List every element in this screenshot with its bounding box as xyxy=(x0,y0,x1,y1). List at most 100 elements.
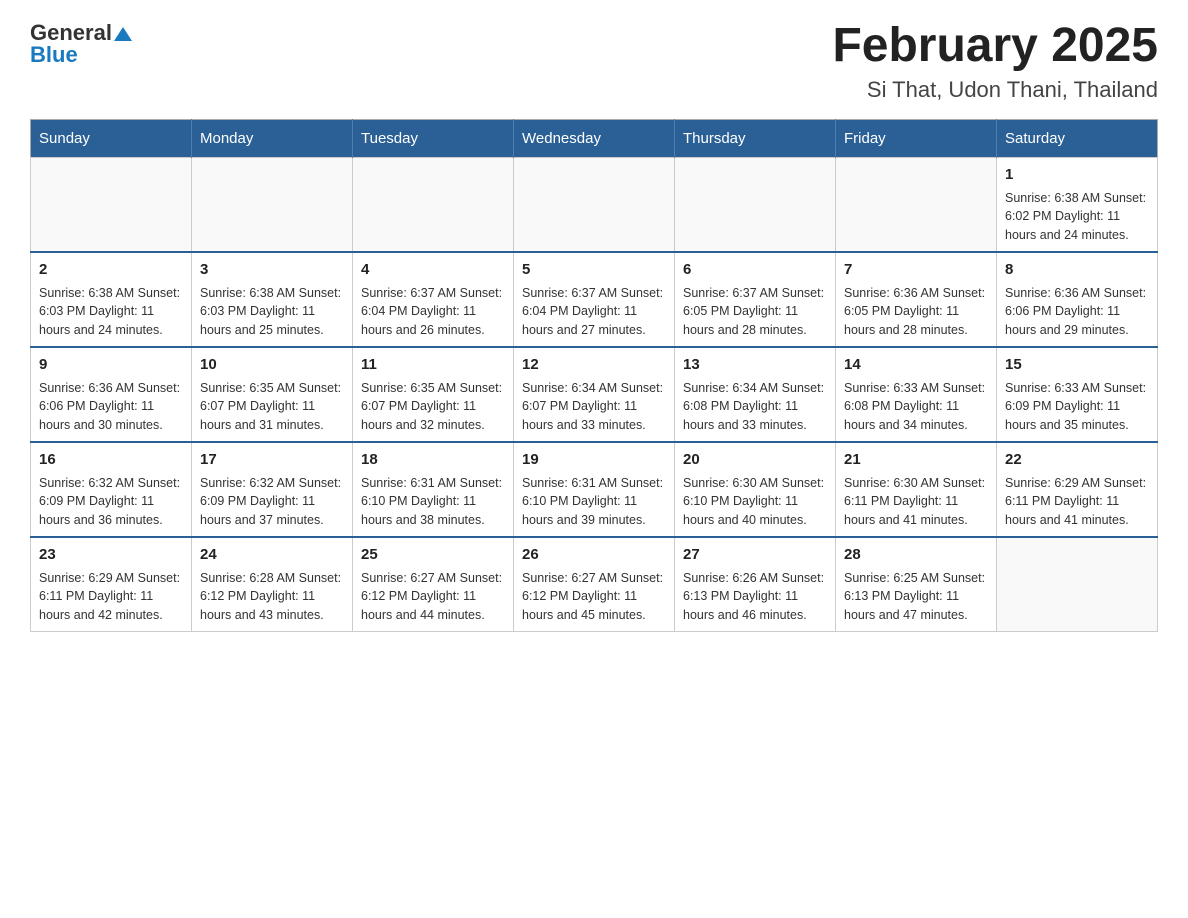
calendar-header-row: SundayMondayTuesdayWednesdayThursdayFrid… xyxy=(31,119,1158,157)
calendar-day-cell: 7 Sunrise: 6:36 AM Sunset: 6:05 PM Daylig… xyxy=(836,252,997,347)
logo-blue: Blue xyxy=(30,42,78,68)
day-number: 12 xyxy=(522,354,666,376)
day-number: 11 xyxy=(361,354,505,376)
calendar-day-cell: 8 Sunrise: 6:36 AM Sunset: 6:06 PM Daylig… xyxy=(997,252,1158,347)
title-block: February 2025 Si That, Udon Thani, Thail… xyxy=(832,20,1158,103)
day-number: 21 xyxy=(844,449,988,471)
calendar-day-cell: 13 Sunrise: 6:34 AM Sunset: 6:08 PM Dayli… xyxy=(675,347,836,442)
day-number: 16 xyxy=(39,449,183,471)
calendar-day-cell: 21 Sunrise: 6:30 AM Sunset: 6:11 PM Dayli… xyxy=(836,442,997,537)
day-number: 6 xyxy=(683,259,827,281)
day-info: Sunrise: 6:29 AM Sunset: 6:11 PM Dayligh… xyxy=(39,569,183,625)
calendar-day-cell: 23 Sunrise: 6:29 AM Sunset: 6:11 PM Dayli… xyxy=(31,537,192,632)
day-info: Sunrise: 6:36 AM Sunset: 6:05 PM Dayligh… xyxy=(844,284,988,340)
logo-text-block: General Blue xyxy=(30,20,132,68)
day-number: 18 xyxy=(361,449,505,471)
calendar-day-cell xyxy=(192,157,353,252)
day-number: 24 xyxy=(200,544,344,566)
calendar-day-cell: 6 Sunrise: 6:37 AM Sunset: 6:05 PM Daylig… xyxy=(675,252,836,347)
day-number: 28 xyxy=(844,544,988,566)
day-number: 3 xyxy=(200,259,344,281)
day-info: Sunrise: 6:37 AM Sunset: 6:04 PM Dayligh… xyxy=(361,284,505,340)
day-number: 17 xyxy=(200,449,344,471)
day-info: Sunrise: 6:25 AM Sunset: 6:13 PM Dayligh… xyxy=(844,569,988,625)
calendar-day-cell: 27 Sunrise: 6:26 AM Sunset: 6:13 PM Dayli… xyxy=(675,537,836,632)
day-number: 22 xyxy=(1005,449,1149,471)
page-title: February 2025 xyxy=(832,20,1158,73)
day-info: Sunrise: 6:29 AM Sunset: 6:11 PM Dayligh… xyxy=(1005,474,1149,530)
day-number: 15 xyxy=(1005,354,1149,376)
day-number: 4 xyxy=(361,259,505,281)
day-info: Sunrise: 6:35 AM Sunset: 6:07 PM Dayligh… xyxy=(361,379,505,435)
day-info: Sunrise: 6:37 AM Sunset: 6:04 PM Dayligh… xyxy=(522,284,666,340)
calendar-header-friday: Friday xyxy=(836,119,997,157)
calendar-day-cell: 2 Sunrise: 6:38 AM Sunset: 6:03 PM Daylig… xyxy=(31,252,192,347)
calendar-day-cell: 1Sunrise: 6:38 AM Sunset: 6:02 PM Daylig… xyxy=(997,157,1158,252)
day-info: Sunrise: 6:36 AM Sunset: 6:06 PM Dayligh… xyxy=(1005,284,1149,340)
day-number: 13 xyxy=(683,354,827,376)
day-number: 7 xyxy=(844,259,988,281)
calendar-day-cell: 3 Sunrise: 6:38 AM Sunset: 6:03 PM Daylig… xyxy=(192,252,353,347)
day-info: Sunrise: 6:31 AM Sunset: 6:10 PM Dayligh… xyxy=(361,474,505,530)
page-header: General Blue February 2025 Si That, Udon… xyxy=(30,20,1158,103)
calendar-day-cell: 12 Sunrise: 6:34 AM Sunset: 6:07 PM Dayli… xyxy=(514,347,675,442)
calendar-header-thursday: Thursday xyxy=(675,119,836,157)
day-info: Sunrise: 6:31 AM Sunset: 6:10 PM Dayligh… xyxy=(522,474,666,530)
day-info: Sunrise: 6:28 AM Sunset: 6:12 PM Dayligh… xyxy=(200,569,344,625)
calendar-day-cell: 20Sunrise: 6:30 AM Sunset: 6:10 PM Dayli… xyxy=(675,442,836,537)
calendar-day-cell xyxy=(353,157,514,252)
calendar-day-cell xyxy=(836,157,997,252)
calendar-day-cell: 17 Sunrise: 6:32 AM Sunset: 6:09 PM Dayli… xyxy=(192,442,353,537)
calendar-week-row: 23 Sunrise: 6:29 AM Sunset: 6:11 PM Dayli… xyxy=(31,537,1158,632)
calendar-day-cell xyxy=(514,157,675,252)
day-number: 10 xyxy=(200,354,344,376)
day-info: Sunrise: 6:38 AM Sunset: 6:02 PM Dayligh… xyxy=(1005,189,1149,245)
day-number: 27 xyxy=(683,544,827,566)
calendar-header-wednesday: Wednesday xyxy=(514,119,675,157)
calendar-day-cell: 22 Sunrise: 6:29 AM Sunset: 6:11 PM Dayli… xyxy=(997,442,1158,537)
day-info: Sunrise: 6:38 AM Sunset: 6:03 PM Dayligh… xyxy=(39,284,183,340)
calendar-header-monday: Monday xyxy=(192,119,353,157)
calendar-day-cell: 26Sunrise: 6:27 AM Sunset: 6:12 PM Dayli… xyxy=(514,537,675,632)
day-info: Sunrise: 6:30 AM Sunset: 6:11 PM Dayligh… xyxy=(844,474,988,530)
calendar-day-cell xyxy=(675,157,836,252)
day-info: Sunrise: 6:35 AM Sunset: 6:07 PM Dayligh… xyxy=(200,379,344,435)
calendar-day-cell: 4 Sunrise: 6:37 AM Sunset: 6:04 PM Daylig… xyxy=(353,252,514,347)
day-number: 9 xyxy=(39,354,183,376)
day-number: 14 xyxy=(844,354,988,376)
calendar-header-tuesday: Tuesday xyxy=(353,119,514,157)
calendar-day-cell: 24 Sunrise: 6:28 AM Sunset: 6:12 PM Dayli… xyxy=(192,537,353,632)
calendar-day-cell: 9 Sunrise: 6:36 AM Sunset: 6:06 PM Daylig… xyxy=(31,347,192,442)
calendar-header-saturday: Saturday xyxy=(997,119,1158,157)
logo-arrow-icon xyxy=(114,25,132,43)
day-number: 23 xyxy=(39,544,183,566)
calendar-day-cell xyxy=(31,157,192,252)
day-number: 25 xyxy=(361,544,505,566)
day-number: 2 xyxy=(39,259,183,281)
calendar-day-cell: 18 Sunrise: 6:31 AM Sunset: 6:10 PM Dayli… xyxy=(353,442,514,537)
calendar-day-cell: 28 Sunrise: 6:25 AM Sunset: 6:13 PM Dayli… xyxy=(836,537,997,632)
day-info: Sunrise: 6:34 AM Sunset: 6:07 PM Dayligh… xyxy=(522,379,666,435)
day-info: Sunrise: 6:26 AM Sunset: 6:13 PM Dayligh… xyxy=(683,569,827,625)
calendar-day-cell: 5Sunrise: 6:37 AM Sunset: 6:04 PM Daylig… xyxy=(514,252,675,347)
day-number: 8 xyxy=(1005,259,1149,281)
calendar-week-row: 2 Sunrise: 6:38 AM Sunset: 6:03 PM Daylig… xyxy=(31,252,1158,347)
day-info: Sunrise: 6:38 AM Sunset: 6:03 PM Dayligh… xyxy=(200,284,344,340)
calendar-day-cell xyxy=(997,537,1158,632)
calendar-day-cell: 19 Sunrise: 6:31 AM Sunset: 6:10 PM Dayli… xyxy=(514,442,675,537)
day-info: Sunrise: 6:37 AM Sunset: 6:05 PM Dayligh… xyxy=(683,284,827,340)
page-subtitle: Si That, Udon Thani, Thailand xyxy=(832,77,1158,103)
day-info: Sunrise: 6:27 AM Sunset: 6:12 PM Dayligh… xyxy=(522,569,666,625)
day-info: Sunrise: 6:36 AM Sunset: 6:06 PM Dayligh… xyxy=(39,379,183,435)
calendar-day-cell: 25Sunrise: 6:27 AM Sunset: 6:12 PM Dayli… xyxy=(353,537,514,632)
day-info: Sunrise: 6:34 AM Sunset: 6:08 PM Dayligh… xyxy=(683,379,827,435)
calendar-day-cell: 15 Sunrise: 6:33 AM Sunset: 6:09 PM Dayli… xyxy=(997,347,1158,442)
day-number: 20 xyxy=(683,449,827,471)
day-number: 19 xyxy=(522,449,666,471)
logo: General Blue xyxy=(30,20,132,68)
day-info: Sunrise: 6:32 AM Sunset: 6:09 PM Dayligh… xyxy=(200,474,344,530)
calendar-week-row: 9 Sunrise: 6:36 AM Sunset: 6:06 PM Daylig… xyxy=(31,347,1158,442)
calendar-day-cell: 14Sunrise: 6:33 AM Sunset: 6:08 PM Dayli… xyxy=(836,347,997,442)
calendar-week-row: 1Sunrise: 6:38 AM Sunset: 6:02 PM Daylig… xyxy=(31,157,1158,252)
day-info: Sunrise: 6:33 AM Sunset: 6:09 PM Dayligh… xyxy=(1005,379,1149,435)
